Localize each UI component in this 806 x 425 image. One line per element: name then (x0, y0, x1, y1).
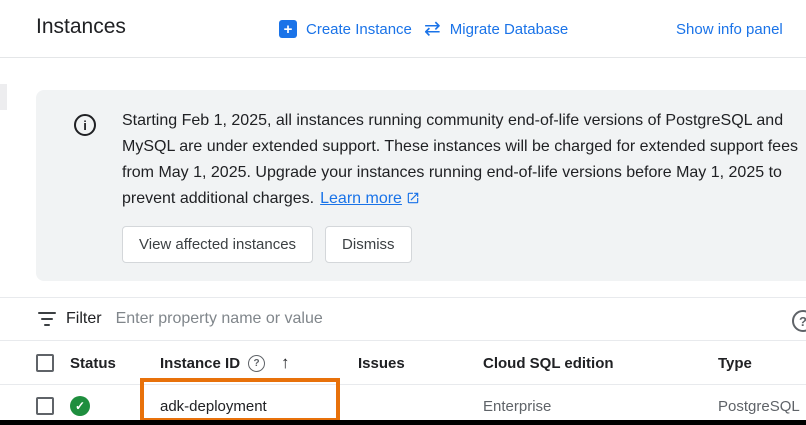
table-header-row: Status Instance ID ? ↑ Issues Cloud SQL … (0, 342, 806, 385)
column-header-type: Type (718, 355, 806, 372)
row-edition-cell: Enterprise (483, 398, 718, 415)
filter-input[interactable] (116, 310, 596, 328)
row-select-cell (36, 397, 70, 415)
banner-text-line: Starting Feb 1, 2025, all instances runn… (122, 108, 798, 134)
plus-square-icon: + (279, 20, 297, 38)
extended-support-banner: i Starting Feb 1, 2025, all instances ru… (36, 90, 806, 281)
migrate-database-button[interactable]: ⇄ Migrate Database (424, 0, 568, 58)
select-all-checkbox[interactable] (36, 354, 54, 372)
filter-bar: Filter ? (0, 297, 806, 341)
row-checkbox[interactable] (36, 397, 54, 415)
banner-text-line: MySQL are under extended support. These … (122, 134, 798, 160)
create-instance-label: Create Instance (306, 21, 412, 38)
view-affected-instances-button[interactable]: View affected instances (122, 226, 313, 263)
banner-body: Starting Feb 1, 2025, all instances runn… (122, 108, 798, 263)
dismiss-button[interactable]: Dismiss (325, 226, 412, 263)
instance-id-help-icon[interactable]: ? (248, 355, 265, 372)
learn-more-link[interactable]: Learn more (320, 190, 420, 207)
left-edge-scrollbar-fragment (0, 84, 7, 110)
show-info-panel-button[interactable]: Show info panel (676, 0, 783, 58)
banner-buttons: View affected instances Dismiss (122, 226, 798, 263)
create-instance-button[interactable]: + Create Instance (279, 0, 412, 58)
column-header-instance-id[interactable]: Instance ID ? ↑ (160, 353, 358, 373)
row-status-cell: ✓ (70, 396, 160, 416)
filter-icon[interactable] (38, 312, 56, 326)
instance-id-value[interactable]: adk-deployment (160, 398, 267, 415)
instance-id-header-label: Instance ID (160, 355, 240, 372)
filter-help-icon[interactable]: ? (792, 310, 806, 332)
filter-label[interactable]: Filter (66, 310, 102, 328)
show-info-panel-label: Show info panel (676, 21, 783, 38)
banner-text-line: from May 1, 2025. Upgrade your instances… (122, 160, 798, 186)
column-header-edition: Cloud SQL edition (483, 355, 718, 372)
status-ok-icon: ✓ (70, 396, 90, 416)
column-header-status: Status (70, 355, 160, 372)
row-type-cell: PostgreSQL (718, 398, 806, 415)
page-title: Instances (36, 15, 126, 39)
migrate-database-label: Migrate Database (450, 21, 568, 38)
banner-text-last-line: prevent additional charges. (122, 190, 314, 207)
row-instance-id-cell[interactable]: adk-deployment (160, 398, 358, 415)
info-icon: i (74, 114, 96, 136)
bottom-black-bar (0, 420, 806, 425)
compare-arrows-icon: ⇄ (424, 19, 441, 39)
sort-ascending-icon[interactable]: ↑ (281, 353, 290, 373)
open-in-new-icon (406, 191, 420, 205)
page-header: Instances + Create Instance ⇄ Migrate Da… (0, 0, 806, 58)
select-all-cell (36, 354, 70, 372)
banner-text-line: prevent additional charges. Learn more (122, 186, 798, 212)
learn-more-label: Learn more (320, 190, 402, 207)
cloud-sql-instances-page: Instances + Create Instance ⇄ Migrate Da… (0, 0, 806, 425)
column-header-issues: Issues (358, 355, 483, 372)
